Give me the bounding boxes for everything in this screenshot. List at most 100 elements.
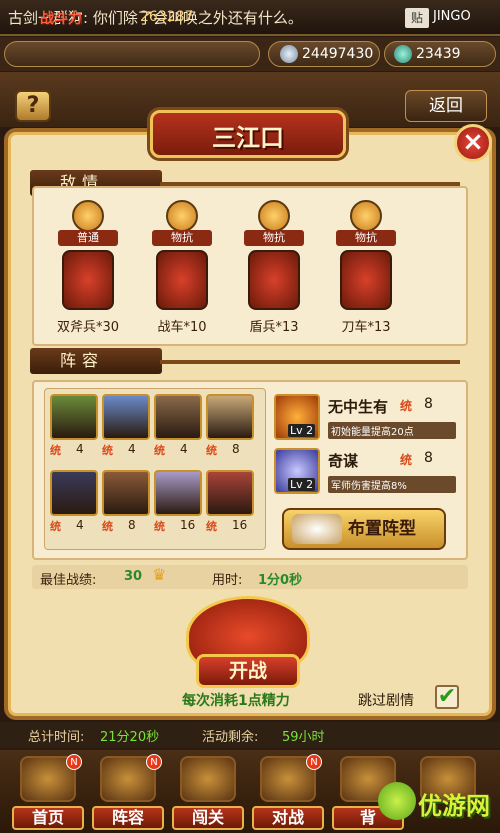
nav-item-stage[interactable]: 闯关 (172, 752, 244, 830)
hero-power: 4 (180, 442, 188, 456)
nav-stage-icon (180, 756, 236, 802)
hero-portrait (50, 470, 98, 516)
activity-label: 活动剩余: (202, 730, 259, 745)
enemy-unit-sprite (248, 250, 300, 310)
enemy-type-badge: 物抗 (336, 230, 396, 246)
back-button[interactable]: 返回 (405, 90, 487, 122)
hero-power: 16 (232, 518, 248, 532)
nav-label: 对战 (252, 806, 324, 830)
enemy-unit-name: 刀车*13 (341, 320, 391, 335)
hero-portrait (102, 470, 150, 516)
silver-coin-icon (280, 45, 298, 63)
nav-new-badge: N (66, 754, 82, 770)
skill-level: Lv 2 (288, 478, 316, 491)
watermark-logo-icon (378, 782, 416, 820)
enemy-unit[interactable]: 物抗 盾兵*13 (226, 192, 322, 342)
skill-slot[interactable]: Lv 2 奇谋 统 8 军师伤害提高8% (274, 448, 460, 496)
power-pill (4, 41, 260, 67)
power-icon: 统 (50, 520, 61, 533)
shield-icon (166, 200, 198, 232)
shield-icon (72, 200, 104, 232)
power-icon: 统 (206, 444, 217, 457)
formation-icon (292, 514, 342, 544)
energy-cost-note: 每次消耗1点精力 (182, 693, 290, 709)
nav-new-badge: N (306, 754, 322, 770)
skill-cost: 8 (424, 450, 433, 466)
skill-name: 奇谋 (328, 452, 359, 470)
enemy-unit[interactable]: 物抗 战车*10 (134, 192, 230, 342)
power-icon: 统 (154, 444, 165, 457)
enemy-unit-sprite (340, 250, 392, 310)
chat-tag-icon[interactable]: 贴 (405, 8, 429, 28)
enemy-type-badge: 普通 (58, 230, 118, 246)
enemy-type-badge: 物抗 (244, 230, 304, 246)
power-icon: 统 (102, 444, 113, 457)
hero-portrait (154, 470, 202, 516)
nav-new-badge: N (146, 754, 162, 770)
power-label: 战斗力 (40, 11, 82, 27)
activity-value: 59小时 (282, 730, 325, 745)
enemy-unit-name: 战车*10 (157, 320, 207, 335)
time-label: 用时: (212, 573, 243, 588)
enemy-unit-name: 双斧兵*30 (56, 320, 120, 335)
dialog-title: 三江口 (212, 124, 284, 152)
enemy-unit[interactable]: 普通 双斧兵*30 (40, 192, 136, 342)
chat-nickname: JINGO (433, 9, 471, 24)
hero-slot[interactable]: 统 16 (154, 470, 202, 534)
best-record-bar (32, 565, 468, 589)
nav-item-pvp[interactable]: 对战 N (252, 752, 324, 830)
skill-name: 无中生有 (328, 398, 389, 416)
hero-power: 8 (232, 442, 240, 456)
lineup-ribbon-line (160, 360, 460, 364)
close-button[interactable]: × (454, 124, 492, 162)
start-battle-button[interactable]: 开战 (196, 654, 300, 688)
best-record-value: 30 (124, 569, 143, 584)
hero-power: 16 (180, 518, 196, 532)
help-button[interactable]: ? (15, 90, 51, 122)
hero-portrait (206, 470, 254, 516)
lineup-section-title: 阵容 (30, 348, 162, 374)
hero-slot[interactable]: 统 4 (102, 394, 150, 458)
trophy-icon: ♛ (152, 565, 167, 584)
nav-label: 闯关 (172, 806, 244, 830)
hero-power: 4 (76, 442, 84, 456)
power-icon: 统 (206, 520, 217, 533)
power-icon: 统 (400, 399, 413, 413)
hero-slot[interactable]: 统 16 (206, 470, 254, 534)
hero-slot[interactable]: 统 8 (102, 470, 150, 534)
hero-slot[interactable]: 统 4 (50, 470, 98, 534)
skip-story-label: 跳过剧情 (358, 693, 414, 709)
power-icon: 统 (102, 520, 113, 533)
nav-label: 首页 (12, 806, 84, 830)
nav-item-home[interactable]: 首页 N (12, 752, 84, 830)
skill-level: Lv 2 (288, 424, 316, 437)
skip-story-checkbox[interactable]: ✔ (435, 685, 459, 709)
hero-power: 8 (128, 518, 136, 532)
hero-slot[interactable]: 统 8 (206, 394, 254, 458)
nav-item-lineup[interactable]: 阵容 N (92, 752, 164, 830)
power-icon: 统 (154, 520, 165, 533)
enemy-unit-name: 盾兵*13 (249, 320, 299, 335)
watermark: 优游网 (378, 778, 498, 828)
hero-slot[interactable]: 统 4 (154, 394, 202, 458)
time-value: 1分0秒 (258, 573, 303, 588)
hero-portrait (206, 394, 254, 440)
hero-power: 4 (128, 442, 136, 456)
enemy-unit-sprite (62, 250, 114, 310)
shield-icon (258, 200, 290, 232)
skill-desc: 初始能量提高20点 (328, 422, 456, 439)
hero-slot[interactable]: 统 4 (50, 394, 98, 458)
watermark-text: 优游网 (418, 792, 490, 820)
back-label: 返回 (429, 96, 463, 116)
hero-portrait (50, 394, 98, 440)
enemy-unit[interactable]: 物抗 刀车*13 (318, 192, 414, 342)
hero-portrait (154, 394, 202, 440)
skill-slot[interactable]: Lv 2 无中生有 统 8 初始能量提高20点 (274, 394, 460, 442)
hero-portrait (102, 394, 150, 440)
arrange-formation-button[interactable]: 布置阵型 (282, 508, 446, 550)
nav-label: 阵容 (92, 806, 164, 830)
hero-power: 4 (76, 518, 84, 532)
power-icon: 统 (400, 453, 413, 467)
gem-value: 23439 (416, 46, 461, 62)
best-record-label: 最佳战绩: (40, 573, 97, 588)
